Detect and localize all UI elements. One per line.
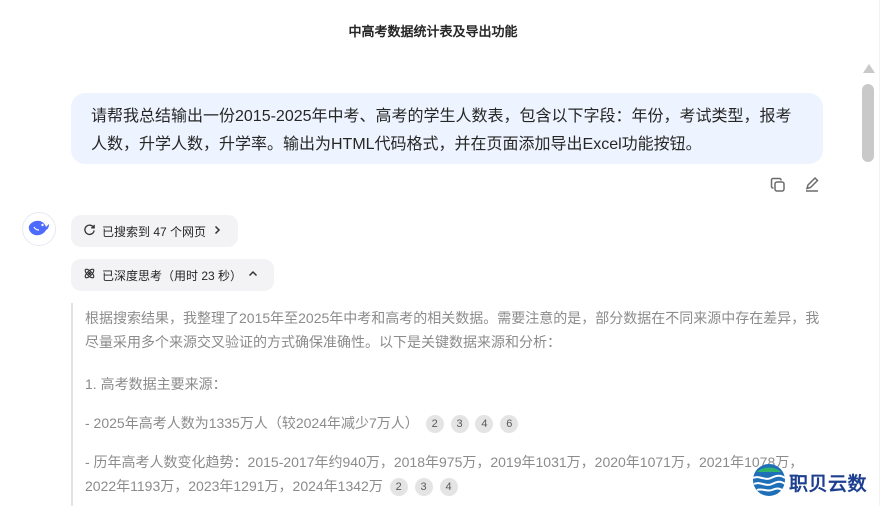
citation-badge[interactable]: 4 (475, 415, 494, 433)
scroll-up-arrow-icon[interactable] (863, 64, 875, 73)
globe-logo-icon (751, 462, 787, 503)
page-title: 中高考数据统计表及导出功能 (348, 24, 518, 39)
thinking-line: - 历年高考人数变化趋势：2015-2017年约940万，2018年975万，2… (85, 450, 831, 498)
user-message-text: 请帮我总结输出一份2015-2025年中考、高考的学生人数表，包含以下字段：年份… (91, 108, 792, 153)
chevron-right-icon (212, 224, 222, 238)
copy-icon[interactable] (768, 175, 788, 195)
thinking-line: - 2025年高考人数为1335万人（较2024年减少7万人） 2 3 4 6 (85, 411, 831, 435)
scrollbar[interactable] (858, 60, 880, 506)
think-pill-label: 已深度思考（用时 23 秒） (102, 268, 243, 283)
citation-badge[interactable]: 2 (425, 415, 444, 433)
user-message-bubble: 请帮我总结输出一份2015-2025年中考、高考的学生人数表，包含以下字段：年份… (71, 93, 823, 164)
search-refresh-icon (83, 223, 96, 239)
citation-badge[interactable]: 3 (414, 478, 433, 496)
citation-badge[interactable]: 3 (450, 415, 469, 433)
thinking-paragraph: 根据搜索结果，我整理了2015年至2025年中考和高考的相关数据。需要注意的是，… (85, 310, 820, 350)
whale-logo-icon (27, 217, 51, 242)
watermark: 职贝云数 (751, 463, 867, 501)
atom-icon (83, 267, 96, 283)
thinking-line-text: - 2025年高考人数为1335万人（较2024年减少7万人） (85, 415, 419, 431)
search-pill-label: 已搜索到 47 个网页 (102, 224, 207, 239)
thinking-content: 根据搜索结果，我整理了2015年至2025年中考和高考的相关数据。需要注意的是，… (71, 303, 831, 506)
scrollbar-thumb[interactable] (862, 84, 874, 162)
edit-icon[interactable] (802, 175, 822, 195)
thinking-heading: 1. 高考数据主要来源： (85, 376, 227, 392)
citation-badge[interactable]: 2 (389, 478, 408, 496)
watermark-text: 职贝云数 (789, 473, 868, 495)
search-results-pill[interactable]: 已搜索到 47 个网页 (71, 215, 238, 247)
deep-thinking-pill[interactable]: 已深度思考（用时 23 秒） (71, 259, 274, 291)
citation-badge[interactable]: 6 (500, 415, 519, 433)
assistant-avatar (22, 212, 56, 246)
chevron-up-icon (248, 268, 258, 282)
message-actions (768, 175, 822, 195)
citation-badge[interactable]: 4 (439, 478, 458, 496)
